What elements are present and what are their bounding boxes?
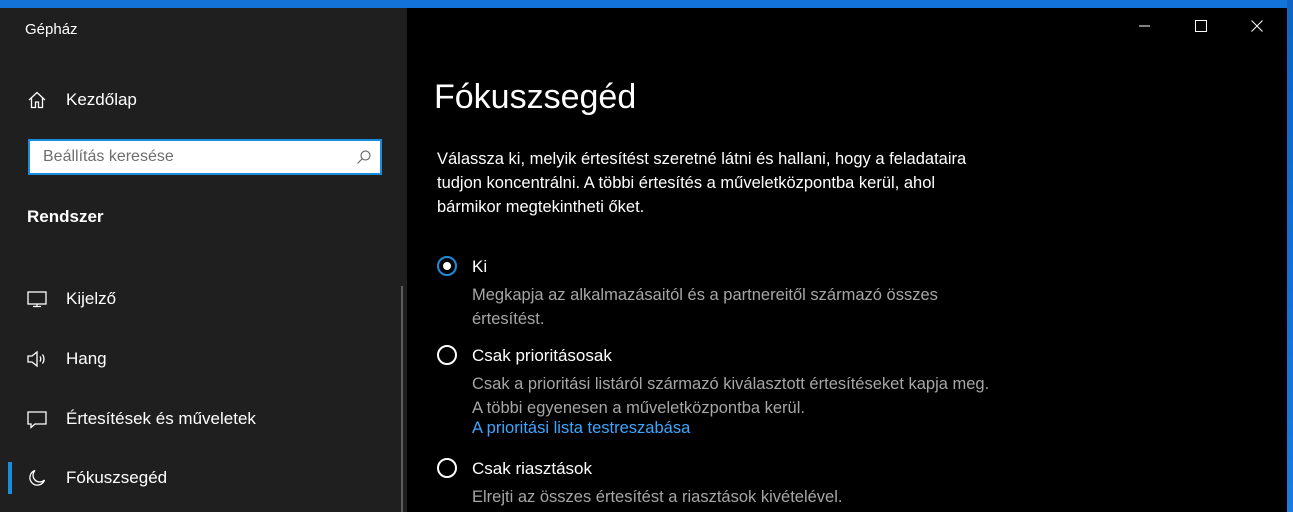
section-header: Rendszer (27, 207, 104, 226)
sidebar-item-display[interactable]: Kijelző (0, 279, 407, 319)
close-icon (1251, 19, 1263, 37)
page-title: Fókuszsegéd (434, 78, 637, 116)
speaker-icon (26, 348, 48, 370)
search-box[interactable] (28, 139, 382, 175)
sidebar: Gépház Kezdőlap Rendszer (0, 8, 407, 512)
sidebar-item-label: Kijelző (66, 289, 117, 308)
sidebar-item-label: Értesítések és műveletek (66, 409, 256, 428)
option-off[interactable]: Ki Megkapja az alkalmazásaitól és a part… (437, 256, 997, 328)
desktop-background (1287, 0, 1293, 512)
message-icon (26, 408, 48, 430)
sidebar-item-label: Fókuszsegéd (66, 468, 168, 487)
home-icon (26, 89, 48, 111)
option-alarms-only[interactable]: Csak riasztások Elrejti az összes értesí… (437, 458, 997, 512)
radio-button[interactable] (437, 458, 457, 478)
sidebar-item-notifications[interactable]: Értesítések és műveletek (0, 399, 407, 439)
close-button[interactable] (1229, 8, 1285, 48)
sidebar-item-sound[interactable]: Hang (0, 339, 407, 379)
sidebar-item-label: Hang (66, 349, 107, 368)
radio-dot (443, 262, 451, 270)
option-description: Megkapja az alkalmazásaitól és a partner… (472, 286, 938, 328)
search-input[interactable] (30, 141, 350, 173)
minimize-button[interactable] (1117, 8, 1173, 48)
sidebar-item-focus-assist[interactable]: Fókuszsegéd (0, 458, 407, 498)
minimize-icon (1139, 19, 1151, 37)
moon-icon (26, 467, 48, 489)
monitor-icon (26, 288, 48, 310)
app-title: Gépház (25, 21, 78, 38)
maximize-button[interactable] (1173, 8, 1229, 48)
radio-button[interactable] (437, 345, 457, 365)
option-label: Csak riasztások (472, 459, 592, 478)
option-label: Csak prioritásosak (472, 346, 612, 365)
option-label: Ki (472, 257, 488, 276)
radio-button-checked[interactable] (437, 256, 457, 276)
page-description: Válassza ki, melyik értesítést szeretné … (437, 150, 967, 216)
search-icon[interactable] (356, 149, 372, 165)
sidebar-item-label: Kezdőlap (66, 90, 137, 109)
sidebar-scrollbar[interactable] (401, 286, 403, 512)
option-description: Elrejti az összes értesítést a riasztáso… (472, 488, 843, 506)
option-priority-only[interactable]: Csak prioritásosak Csak a prioritási lis… (437, 345, 997, 445)
sidebar-item-home[interactable]: Kezdőlap (0, 80, 407, 120)
customize-priority-list-link[interactable]: A prioritási lista testreszabása (472, 419, 690, 438)
settings-window: Gépház Kezdőlap Rendszer (0, 8, 1287, 512)
maximize-icon (1195, 19, 1207, 37)
option-description: Csak a prioritási listáról származó kivá… (472, 375, 990, 417)
